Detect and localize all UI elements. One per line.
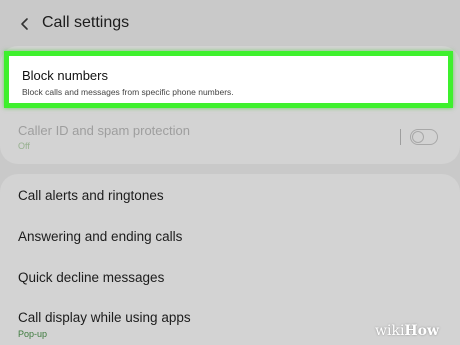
top-bar: Call settings — [0, 0, 460, 48]
item-label: Answering and ending calls — [18, 229, 183, 244]
page-title: Call settings — [42, 14, 130, 31]
block-numbers-label: Block numbers — [22, 68, 108, 83]
caller-id-spam-protection-item[interactable]: Caller ID and spam protection Off — [0, 116, 460, 160]
wikihow-watermark: wikiHow — [375, 323, 439, 339]
call-alerts-ringtones-item[interactable]: Call alerts and ringtones — [0, 176, 460, 216]
answering-ending-calls-item[interactable]: Answering and ending calls — [0, 217, 460, 257]
item-label: Call alerts and ringtones — [18, 188, 164, 203]
watermark-wiki: wiki — [375, 323, 405, 339]
item-label: Call display while using apps — [18, 310, 191, 325]
block-numbers-item[interactable]: Block numbers Block calls and messages f… — [4, 51, 453, 108]
caller-id-label: Caller ID and spam protection — [18, 123, 190, 138]
caller-id-status: Off — [18, 141, 30, 151]
back-arrow-icon[interactable] — [18, 17, 32, 31]
quick-decline-messages-item[interactable]: Quick decline messages — [0, 258, 460, 298]
block-numbers-description: Block calls and messages from specific p… — [22, 87, 234, 97]
vertical-divider — [400, 129, 401, 145]
caller-id-toggle[interactable] — [410, 129, 438, 145]
item-label: Quick decline messages — [18, 270, 165, 285]
item-sub-status: Pop-up — [18, 329, 48, 339]
watermark-how: How — [404, 323, 440, 339]
toggle-knob — [412, 130, 424, 143]
